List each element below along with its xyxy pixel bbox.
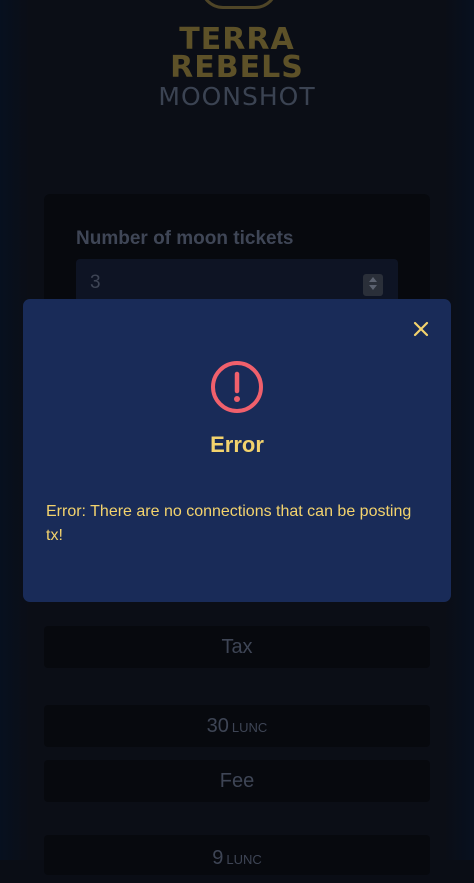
modal-message: Error: There are no connections that can…	[46, 503, 412, 544]
brand-line-2: REBELS	[170, 50, 304, 85]
tickets-label: Number of moon tickets	[76, 228, 294, 249]
error-circle-icon	[211, 361, 263, 413]
tax-value-row: 30 LUNC	[44, 705, 430, 747]
fee-label: Fee	[44, 760, 430, 802]
quantity-stepper[interactable]	[363, 274, 383, 296]
fee-value-row: 9 LUNC	[44, 835, 430, 875]
tax-unit: LUNC	[231, 720, 268, 735]
stepper-up-icon[interactable]	[369, 277, 377, 282]
app-background: TERRA REBELS MOONSHOT Number of moon tic…	[0, 0, 474, 875]
logo-icon	[200, 0, 278, 9]
fee-value: 9	[212, 847, 224, 869]
stepper-down-icon[interactable]	[369, 285, 377, 290]
close-icon[interactable]	[410, 318, 432, 340]
tax-value: 30	[206, 715, 229, 737]
brand-subtitle: MOONSHOT	[158, 82, 316, 111]
tax-label: Tax	[44, 626, 430, 668]
modal-title: Error	[210, 432, 264, 457]
